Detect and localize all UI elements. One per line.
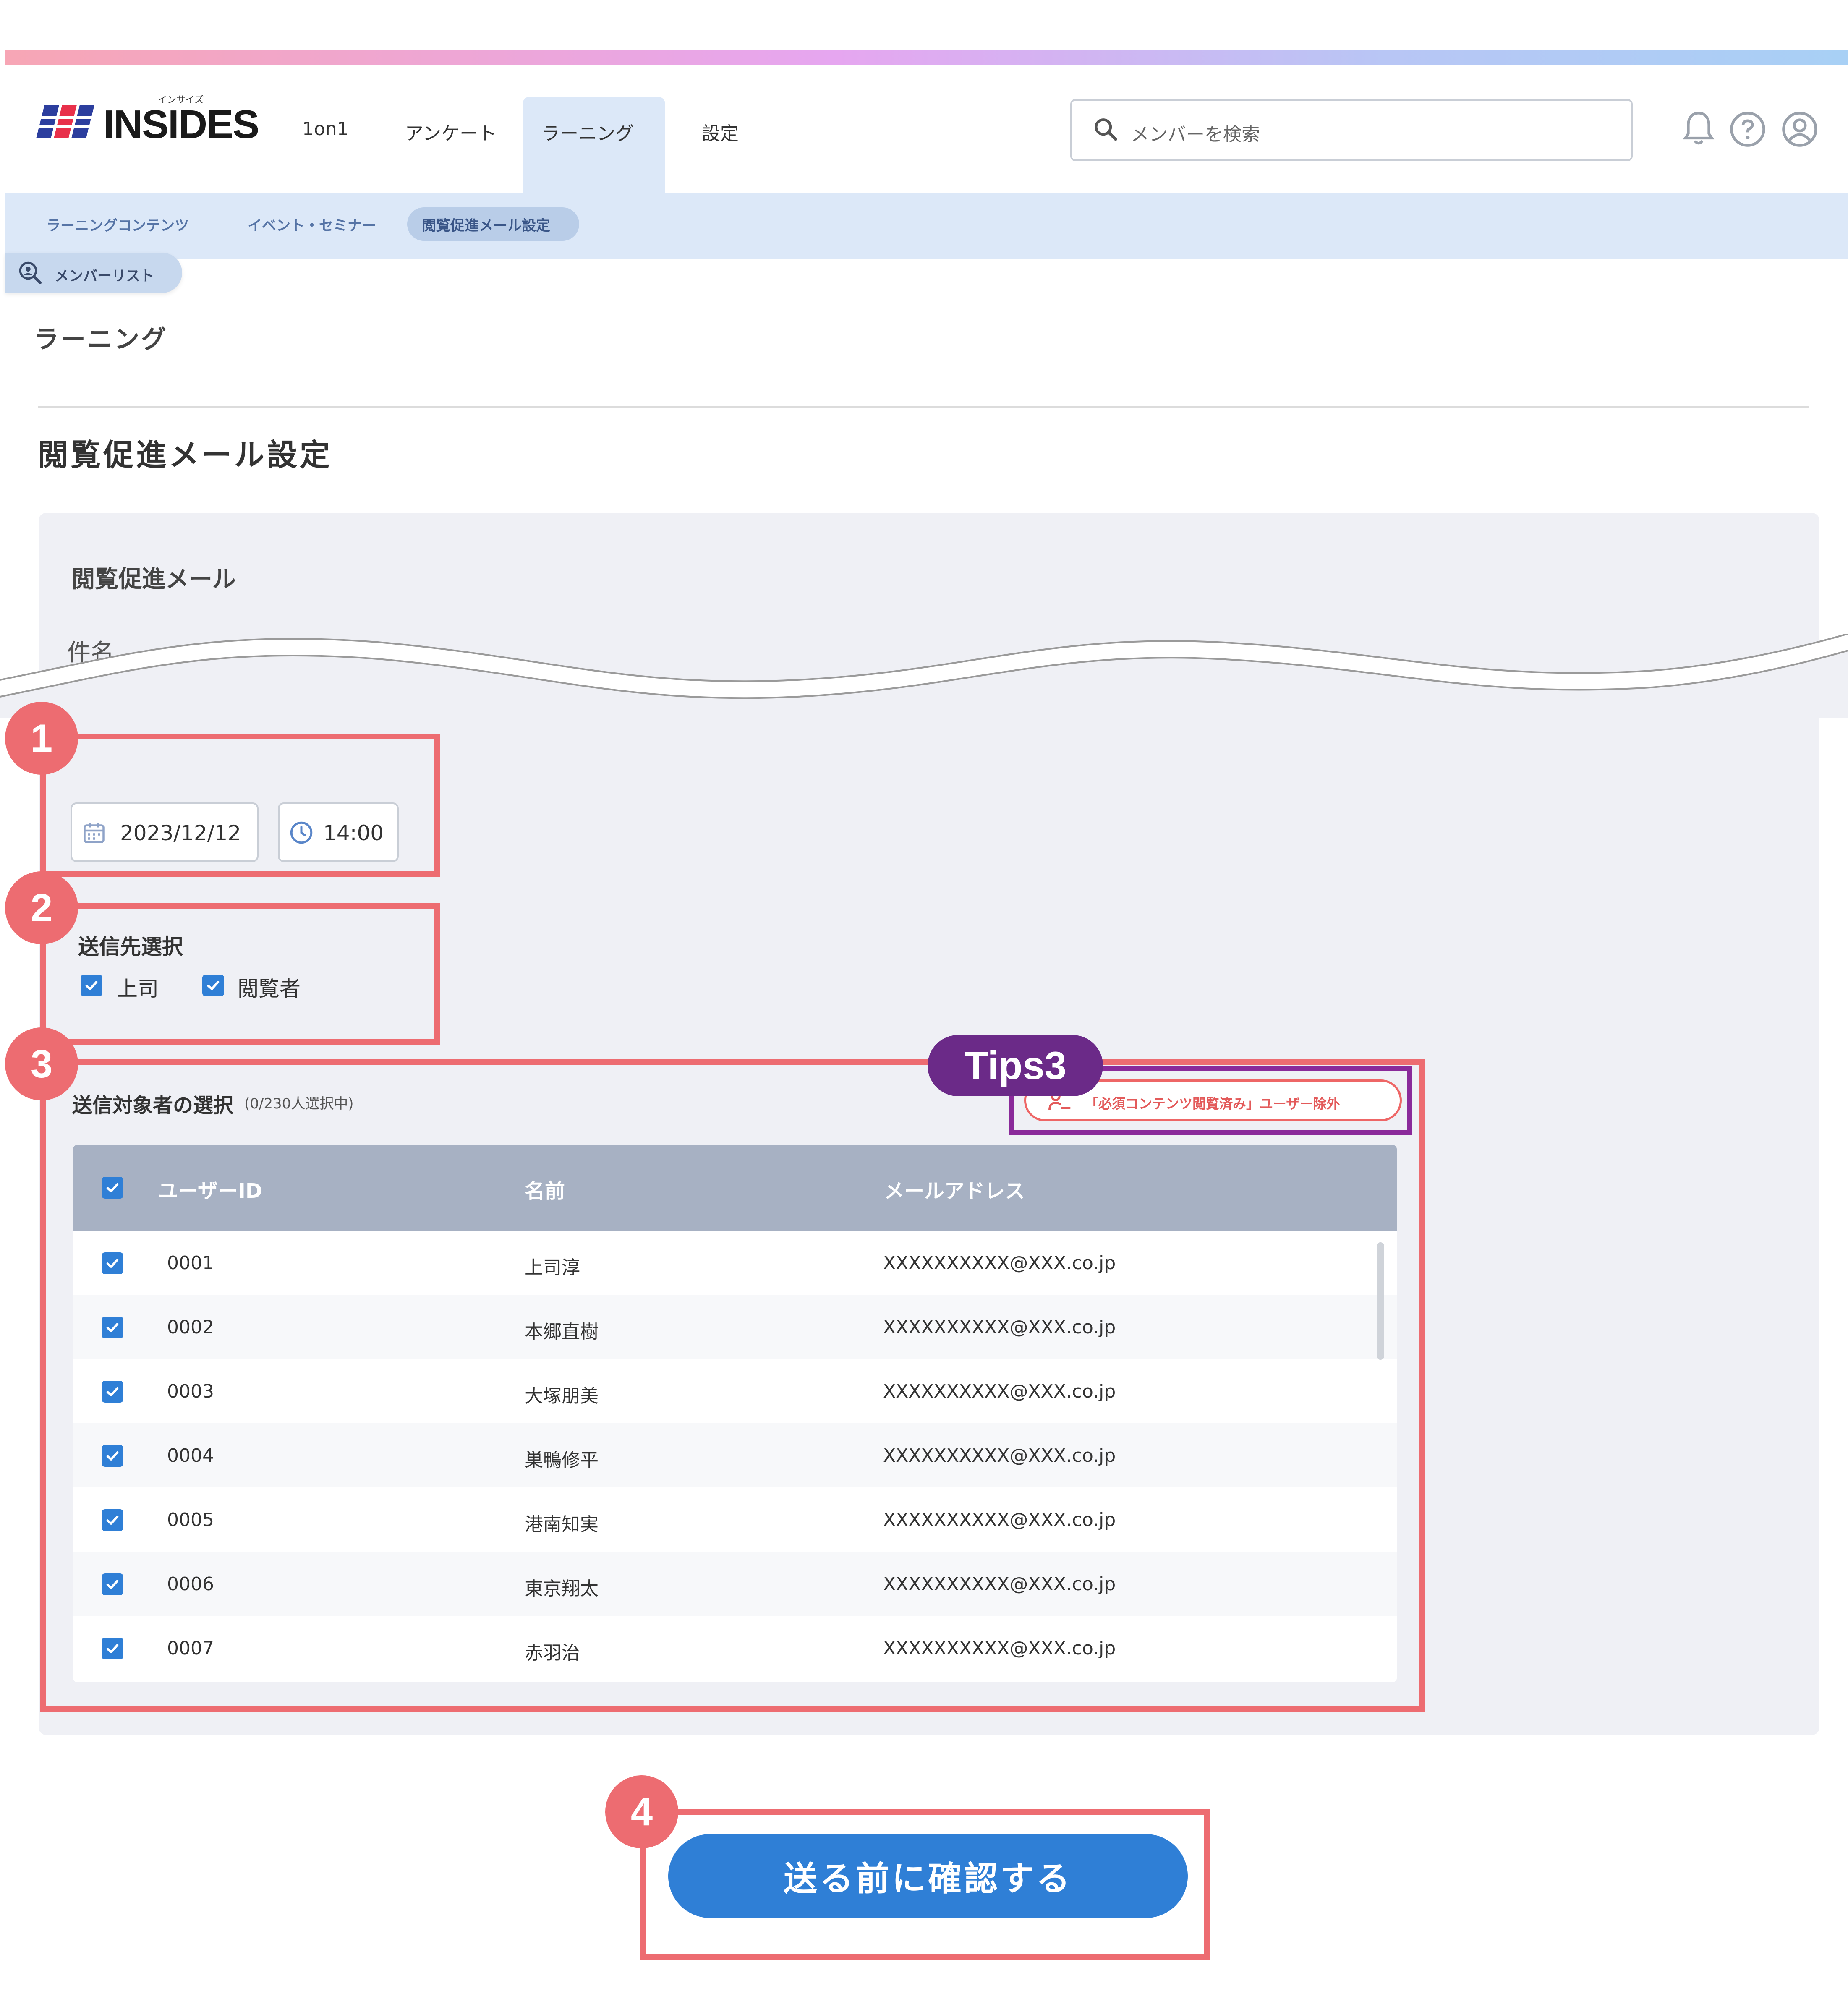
member-search-input[interactable]: メンバーを検索 xyxy=(1070,99,1633,161)
cell-name: 巣鴨修平 xyxy=(525,1450,599,1471)
column-header-email[interactable]: メールアドレス xyxy=(884,1174,1025,1204)
tips-badge: Tips3 xyxy=(928,1035,1103,1096)
table-row[interactable]: 0002 本郷直樹 XXXXXXXXXX@XXX.co.jp xyxy=(73,1295,1397,1359)
target-label: 送信対象者の選択 xyxy=(72,1094,234,1117)
checkbox-checked-icon xyxy=(85,981,98,990)
cell-name: 本郷直樹 xyxy=(525,1321,599,1343)
cell-email: XXXXXXXXXX@XXX.co.jp xyxy=(883,1381,1116,1402)
checkbox-checked-icon xyxy=(106,1451,119,1461)
step-badge-2: 2 xyxy=(5,871,78,944)
checkbox-checked-icon xyxy=(106,1644,119,1653)
subnav-learning-contents[interactable]: ラーニングコンテンツ xyxy=(46,214,189,235)
nav-1on1[interactable]: 1on1 xyxy=(302,118,349,140)
bell-icon[interactable] xyxy=(1681,110,1716,149)
table-row[interactable]: 0005 港南知実 XXXXXXXXXX@XXX.co.jp xyxy=(73,1487,1397,1552)
top-gradient-bar xyxy=(5,50,1848,65)
subnav-reminder-mail-settings[interactable]: 閲覧促進メール設定 xyxy=(422,214,550,235)
table-scrollbar[interactable] xyxy=(1377,1242,1384,1360)
cell-email: XXXXXXXXXX@XXX.co.jp xyxy=(883,1317,1116,1338)
column-header-user-id[interactable]: ユーザーID xyxy=(158,1174,262,1204)
nav-survey[interactable]: アンケート xyxy=(405,118,497,145)
wave-cut-divider xyxy=(0,634,1848,718)
cell-user-id: 0001 xyxy=(167,1252,214,1274)
user-icon[interactable] xyxy=(1781,111,1818,148)
row-checkbox[interactable] xyxy=(102,1573,123,1595)
checkbox-checked-icon xyxy=(106,1516,119,1525)
divider xyxy=(38,406,1809,408)
cell-name: 大塚朋美 xyxy=(525,1385,599,1407)
confirm-before-send-button[interactable]: 送る前に確認する xyxy=(668,1834,1188,1918)
step-badge-3: 3 xyxy=(5,1027,78,1100)
subnav-events-seminars[interactable]: イベント・セミナー xyxy=(248,214,376,235)
nav-settings[interactable]: 設定 xyxy=(702,118,739,145)
step-badge-1: 1 xyxy=(5,702,78,775)
row-checkbox[interactable] xyxy=(102,1445,123,1467)
time-input[interactable]: 14:00 xyxy=(278,802,399,862)
member-search-icon xyxy=(19,261,42,284)
cell-name: 港南知実 xyxy=(525,1514,599,1535)
table-row[interactable]: 0006 東京翔太 XXXXXXXXXX@XXX.co.jp xyxy=(73,1552,1397,1616)
step-badge-4: 4 xyxy=(605,1775,678,1848)
cell-user-id: 0005 xyxy=(167,1509,214,1531)
cell-email: XXXXXXXXXX@XXX.co.jp xyxy=(883,1573,1116,1595)
row-checkbox[interactable] xyxy=(102,1638,123,1659)
recipient-option-viewer: 閲覧者 xyxy=(238,977,301,1001)
recipient-label: 送信先選択 xyxy=(78,935,183,959)
cell-email: XXXXXXXXXX@XXX.co.jp xyxy=(883,1638,1116,1659)
cell-user-id: 0007 xyxy=(167,1638,214,1659)
table-row[interactable]: 0001 上司淳 XXXXXXXXXX@XXX.co.jp xyxy=(73,1231,1397,1295)
search-placeholder: メンバーを検索 xyxy=(1131,124,1260,145)
checkbox-checked-icon xyxy=(106,1387,119,1396)
date-value: 2023/12/12 xyxy=(120,821,241,845)
cell-name: 赤羽治 xyxy=(525,1642,580,1664)
checkbox-checked-icon xyxy=(106,1259,119,1268)
cell-user-id: 0006 xyxy=(167,1573,214,1595)
table-header: ユーザーID 名前 メールアドレス xyxy=(73,1145,1397,1231)
cell-email: XXXXXXXXXX@XXX.co.jp xyxy=(883,1252,1116,1274)
clock-icon xyxy=(290,821,313,844)
row-checkbox[interactable] xyxy=(102,1252,123,1274)
cell-user-id: 0003 xyxy=(167,1381,214,1402)
row-checkbox[interactable] xyxy=(102,1509,123,1531)
logo-mark-icon xyxy=(36,105,99,138)
select-all-checkbox[interactable] xyxy=(102,1177,123,1199)
member-list-button[interactable]: メンバーリスト xyxy=(5,253,182,293)
cell-user-id: 0004 xyxy=(167,1445,214,1466)
row-checkbox[interactable] xyxy=(102,1317,123,1338)
nav-learning[interactable]: ラーニング xyxy=(541,118,634,145)
table-row[interactable]: 0007 赤羽治 XXXXXXXXXX@XXX.co.jp xyxy=(73,1616,1397,1680)
checkbox-checked-icon xyxy=(106,1580,119,1589)
cell-name: 東京翔太 xyxy=(525,1578,599,1599)
time-value: 14:00 xyxy=(323,821,384,845)
checkbox-checked-icon xyxy=(106,1323,119,1332)
help-icon[interactable] xyxy=(1729,111,1766,148)
member-list-label: メンバーリスト xyxy=(55,268,154,285)
insides-logo[interactable]: インサイズ INSIDES xyxy=(36,92,259,151)
section-label: ラーニング xyxy=(34,325,168,354)
date-input[interactable]: 2023/12/12 xyxy=(71,802,259,862)
cell-email: XXXXXXXXXX@XXX.co.jp xyxy=(883,1509,1116,1531)
cell-email: XXXXXXXXXX@XXX.co.jp xyxy=(883,1445,1116,1466)
calendar-icon xyxy=(84,823,105,843)
target-user-table: ユーザーID 名前 メールアドレス 0001 上司淳 XXXXXXXXXX@XXX.… xyxy=(73,1145,1397,1682)
cell-user-id: 0002 xyxy=(167,1317,214,1338)
logo-text: INSIDES xyxy=(103,102,259,147)
table-row[interactable]: 0003 大塚朋美 XXXXXXXXXX@XXX.co.jp xyxy=(73,1359,1397,1423)
cell-name: 上司淳 xyxy=(525,1257,580,1278)
recipient-checkbox-boss[interactable] xyxy=(81,975,102,996)
table-row[interactable]: 0004 巣鴨修平 XXXXXXXXXX@XXX.co.jp xyxy=(73,1423,1397,1487)
checkbox-checked-icon xyxy=(207,981,220,990)
exclude-button-label: 「必須コンテンツ閲覧済み」ユーザー除外 xyxy=(1085,1096,1340,1112)
row-checkbox[interactable] xyxy=(102,1381,123,1403)
target-count: (0/230人選択中) xyxy=(244,1095,354,1112)
search-icon xyxy=(1095,118,1117,141)
page-title: 閲覧促進メール設定 xyxy=(38,437,333,473)
column-header-name[interactable]: 名前 xyxy=(525,1174,565,1204)
recipient-checkbox-viewer[interactable] xyxy=(202,975,224,996)
recipient-option-boss: 上司 xyxy=(117,977,159,1001)
checkbox-checked-icon xyxy=(106,1183,119,1192)
panel-heading: 閲覧促進メール xyxy=(71,566,236,593)
